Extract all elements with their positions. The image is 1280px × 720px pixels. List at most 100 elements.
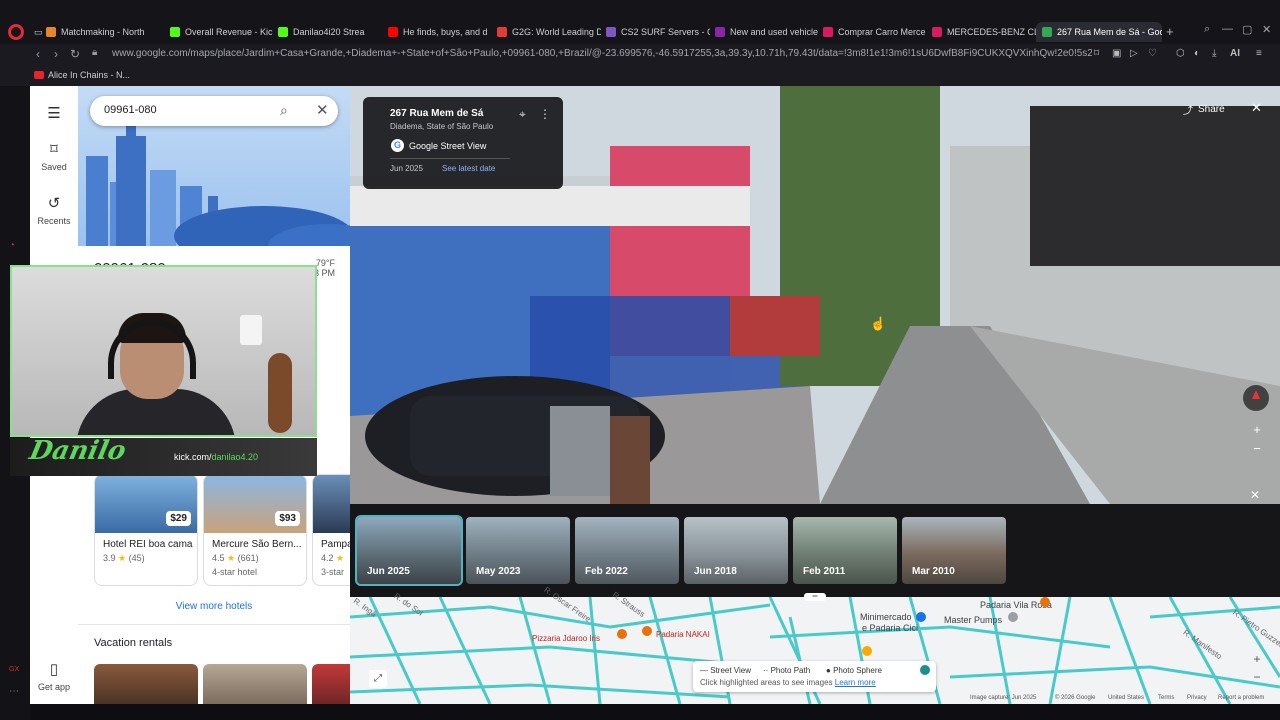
browser-tab[interactable]: G2G: World Leading D <box>497 22 601 42</box>
new-tab-icon[interactable]: + <box>1166 24 1174 39</box>
more-icon[interactable]: ⋯ <box>9 686 19 697</box>
weather-temp: 79°F <box>315 258 336 268</box>
bookmark-item[interactable]: Alice In Chains - N... <box>34 70 130 80</box>
tab-label: Matchmaking - North <box>61 27 145 37</box>
browser-tab[interactable]: Danilao4i20 Strea <box>278 22 382 42</box>
browser-tab[interactable]: Comprar Carro Merce <box>823 22 927 42</box>
browser-tab[interactable]: Overall Revenue - Kic <box>170 22 274 42</box>
flow-icon[interactable]: ▷ <box>1130 48 1138 59</box>
location-pin-icon[interactable]: ⌖ <box>519 107 526 122</box>
sv-capture-date[interactable]: Jun 2025 <box>390 164 423 173</box>
get-app-button[interactable]: ▯ Get app <box>30 660 78 692</box>
map-label[interactable]: e Padaria Cici <box>862 623 918 633</box>
browser-tab[interactable]: New and used vehicle <box>715 22 819 42</box>
map-label[interactable]: Minimercado <box>860 612 912 622</box>
ai-button[interactable]: AI <box>1230 48 1240 59</box>
vacation-rental-image[interactable] <box>94 664 198 704</box>
expand-map-icon[interactable]: ⤢ <box>369 670 387 688</box>
tab-menu-icon[interactable]: ▭ <box>34 22 43 42</box>
browser-tab[interactable]: CS2 SURF Servers - C <box>606 22 710 42</box>
search-input[interactable]: 09961-080 <box>104 104 157 116</box>
legend-photo-sphere-label: Photo Sphere <box>833 666 882 675</box>
map-attribution[interactable]: Privacy <box>1187 695 1207 701</box>
close-street-view-icon[interactable]: ✕ <box>1251 100 1262 116</box>
more-options-icon[interactable]: ⋮ <box>539 107 551 121</box>
vacation-rental-image[interactable] <box>203 664 307 704</box>
recents-button[interactable]: ↺ Recents <box>30 194 78 226</box>
star-icon: ★ <box>336 553 345 563</box>
browser-logo-icon[interactable] <box>8 24 24 40</box>
search-icon[interactable]: ⌕ <box>280 102 288 119</box>
timeline-thumbnail[interactable]: Feb 2011 <box>793 517 897 584</box>
vacation-rentals-title: Vacation rentals <box>94 637 173 649</box>
hotel-card[interactable]: Pampa 4.2 ★ 3-star <box>312 474 350 586</box>
map-attribution[interactable]: Terms <box>1158 695 1174 701</box>
business-pin-icon[interactable] <box>1008 612 1018 622</box>
timeline-thumbnail[interactable]: Jun 2018 <box>684 517 788 584</box>
timeline-date-label: Jun 2025 <box>367 566 410 577</box>
bookmark-label: Alice In Chains - N... <box>48 70 131 80</box>
browser-tab[interactable]: MERCEDES-BENZ CL <box>932 22 1036 42</box>
timeline-thumbnail[interactable]: Feb 2022 <box>575 517 679 584</box>
bookmark-icon[interactable]: ⌑ <box>1094 48 1099 59</box>
map-attribution: United States <box>1108 695 1145 701</box>
menu-icon[interactable]: ≡ <box>1256 48 1262 59</box>
close-window-icon[interactable]: ✕ <box>1262 23 1271 36</box>
search-box[interactable]: 09961-080 ⌕ ✕ <box>90 96 338 126</box>
url-field[interactable]: www.google.com/maps/place/Jardim+Casa+Gr… <box>112 48 1092 59</box>
see-latest-date-link[interactable]: See latest date <box>442 164 495 173</box>
tab-favicon-icon <box>715 27 725 37</box>
reload-icon[interactable]: ↻ <box>70 47 80 61</box>
lock-icon: 🔒︎ <box>92 47 98 58</box>
bakery-pin-icon[interactable] <box>642 626 652 636</box>
drag-handle[interactable]: ═ <box>804 593 826 601</box>
coverage-toggle-icon[interactable] <box>920 665 930 675</box>
heart-icon[interactable]: ♡ <box>1148 48 1157 59</box>
vacation-rental-image[interactable] <box>312 664 350 704</box>
forward-icon[interactable]: › <box>54 47 58 61</box>
share-button[interactable]: ⤴ Share <box>1183 102 1225 117</box>
bakery-pin-icon[interactable] <box>1040 597 1050 607</box>
learn-more-link[interactable]: Learn more <box>835 678 876 687</box>
zoom-out-button[interactable]: − <box>1249 441 1265 457</box>
clear-search-icon[interactable]: ✕ <box>316 101 329 119</box>
maximize-icon[interactable]: ▢ <box>1242 23 1252 36</box>
search-tabs-icon[interactable]: ⌕ <box>1204 23 1210 36</box>
minimize-icon[interactable]: — <box>1222 23 1233 35</box>
tab-favicon-icon <box>497 27 507 37</box>
hotel-card[interactable]: $29 Hotel REI boa cama 3.9 ★ (45) <box>94 474 198 586</box>
tab-active[interactable]: 267 Rua Mem de Sá - Goog <box>1036 22 1162 42</box>
browser-tab[interactable]: Matchmaking - North <box>46 22 150 42</box>
extensions-icon[interactable]: ⬡ <box>1176 48 1185 59</box>
gx-icon[interactable]: GX <box>9 666 19 673</box>
view-more-hotels-link[interactable]: View more hotels <box>78 601 350 612</box>
hotel-type: 4-star hotel <box>212 567 258 577</box>
map-label[interactable]: Master Pumps <box>944 615 1002 625</box>
map-attribution[interactable]: Report a problem <box>1218 695 1264 701</box>
star-icon: ★ <box>227 553 236 563</box>
timeline-thumbnail[interactable]: May 2023 <box>466 517 570 584</box>
sv-city: Diadema, State of São Paulo <box>390 122 494 131</box>
weather-time: 3 PM <box>314 268 336 278</box>
browser-tab[interactable]: He finds, buys, and d <box>388 22 492 42</box>
zoom-in-button[interactable]: + <box>1249 422 1265 438</box>
back-icon[interactable]: ‹ <box>36 47 40 61</box>
map-zoom-in-button[interactable]: + <box>1250 652 1264 666</box>
timeline-thumbnail[interactable]: Jun 2025 <box>355 515 463 586</box>
maps-menu-button[interactable]: ☰ <box>30 104 78 126</box>
history-icon[interactable]: ◔ <box>9 240 15 251</box>
hotel-price: $29 <box>166 511 191 526</box>
map-zoom-out-button[interactable]: − <box>1250 670 1264 684</box>
profile-icon[interactable]: ◐ <box>1194 48 1200 59</box>
map-label[interactable]: Padaria NAKAI <box>656 630 710 639</box>
bakery-pin-icon[interactable] <box>617 629 627 639</box>
timeline-thumbnail[interactable]: Mar 2010 <box>902 517 1006 584</box>
snapshot-icon[interactable]: ▣ <box>1112 48 1121 59</box>
shop-pin-icon[interactable] <box>916 612 926 622</box>
download-icon[interactable]: ⤓ <box>1212 48 1216 59</box>
hotel-card[interactable]: $93 Mercure São Bern... 4.5 ★ (661) 4-star … <box>203 474 307 586</box>
hotel-name: Mercure São Bern... <box>212 539 302 550</box>
saved-button[interactable]: ⌑ Saved <box>30 140 78 172</box>
map-label[interactable]: Pizzaria Jdaroo Iris <box>532 634 600 643</box>
close-timeline-icon[interactable]: ✕ <box>1250 488 1260 502</box>
